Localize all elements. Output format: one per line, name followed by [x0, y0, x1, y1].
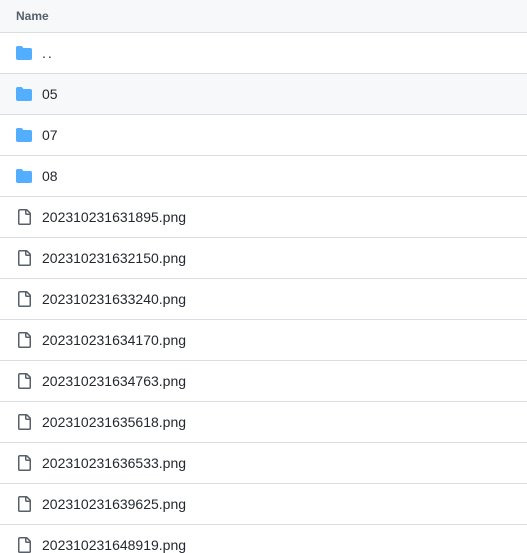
file-icon [16, 250, 32, 266]
file-row[interactable]: 202310231636533.png [0, 443, 527, 484]
file-row[interactable]: 202310231634170.png [0, 320, 527, 361]
file-list: Name .. 05 07 08 202310231631895.png 20231023… [0, 0, 527, 553]
file-name-link[interactable]: 202310231639625.png [42, 496, 186, 512]
file-row[interactable]: 202310231635618.png [0, 402, 527, 443]
folder-icon [16, 86, 32, 102]
file-list-header: Name [0, 0, 527, 33]
folder-row[interactable]: 05 [0, 74, 527, 115]
folder-row[interactable]: 07 [0, 115, 527, 156]
file-name-link[interactable]: 202310231635618.png [42, 414, 186, 430]
folder-icon [16, 127, 32, 143]
file-list-rows: .. 05 07 08 202310231631895.png 2023102316321… [0, 33, 527, 553]
file-name-link[interactable]: 202310231634170.png [42, 332, 186, 348]
file-icon [16, 414, 32, 430]
file-name-link[interactable]: 202310231631895.png [42, 209, 186, 225]
folder-name-link[interactable]: 08 [42, 168, 58, 184]
name-column-header[interactable]: Name [16, 9, 49, 23]
file-row[interactable]: 202310231633240.png [0, 279, 527, 320]
file-icon [16, 332, 32, 348]
file-icon [16, 373, 32, 389]
file-name-link[interactable]: 202310231634763.png [42, 373, 186, 389]
file-icon [16, 291, 32, 307]
file-name-link[interactable]: 202310231648919.png [42, 537, 186, 553]
folder-name-link[interactable]: 07 [42, 127, 58, 143]
file-name-link[interactable]: 202310231636533.png [42, 455, 186, 471]
file-icon [16, 537, 32, 553]
file-row[interactable]: 202310231632150.png [0, 238, 527, 279]
file-icon [16, 455, 32, 471]
file-row[interactable]: 202310231648919.png [0, 525, 527, 553]
folder-name-link[interactable]: .. [42, 45, 54, 61]
folder-icon [16, 45, 32, 61]
file-name-link[interactable]: 202310231632150.png [42, 250, 186, 266]
folder-icon [16, 168, 32, 184]
file-row[interactable]: 202310231639625.png [0, 484, 527, 525]
file-name-link[interactable]: 202310231633240.png [42, 291, 186, 307]
file-row[interactable]: 202310231631895.png [0, 197, 527, 238]
file-icon [16, 496, 32, 512]
folder-row[interactable]: .. [0, 33, 527, 74]
file-row[interactable]: 202310231634763.png [0, 361, 527, 402]
folder-name-link[interactable]: 05 [42, 86, 58, 102]
folder-row[interactable]: 08 [0, 156, 527, 197]
file-icon [16, 209, 32, 225]
